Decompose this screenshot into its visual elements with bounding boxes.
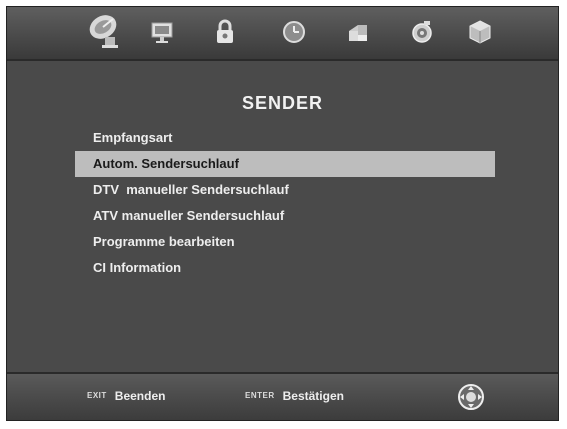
tv-menu-screen: SENDER Empfangsart Autom. Sendersuchlauf… bbox=[6, 6, 559, 421]
menu-item-auto-search[interactable]: Autom. Sendersuchlauf bbox=[75, 151, 495, 177]
satellite-dish-icon[interactable] bbox=[85, 11, 125, 51]
clock-icon[interactable] bbox=[279, 17, 309, 47]
menu-item-atv-manual-search[interactable]: ATV manueller Sendersuchlauf bbox=[75, 203, 495, 229]
enter-key: ENTER bbox=[245, 391, 275, 401]
speaker-icon[interactable] bbox=[407, 17, 437, 47]
navigation-pad-icon bbox=[457, 383, 485, 411]
exit-hint[interactable]: EXIT Beenden bbox=[87, 388, 165, 403]
menu-item-empfangsart[interactable]: Empfangsart bbox=[75, 125, 495, 151]
menu-item-dtv-manual-search[interactable]: DTV manueller Sendersuchlauf bbox=[75, 177, 495, 203]
exit-label: Beenden bbox=[114, 388, 166, 403]
monitor-icon[interactable] bbox=[147, 17, 177, 47]
top-icon-bar bbox=[7, 7, 558, 61]
menu-item-ci-information[interactable]: CI Information bbox=[75, 255, 495, 281]
menu-item-edit-programs[interactable]: Programme bearbeiten bbox=[75, 229, 495, 255]
puzzle-icon[interactable] bbox=[343, 17, 373, 47]
menu-list: Empfangsart Autom. Sendersuchlauf DTV ma… bbox=[75, 125, 495, 281]
gear-cube-icon[interactable] bbox=[465, 17, 495, 47]
exit-key: EXIT bbox=[87, 391, 107, 401]
enter-label: Bestätigen bbox=[282, 388, 344, 403]
lock-icon[interactable] bbox=[210, 17, 240, 47]
page-title: SENDER bbox=[241, 93, 323, 113]
enter-hint[interactable]: ENTER Bestätigen bbox=[245, 388, 344, 403]
bottom-hint-bar: EXIT Beenden ENTER Bestätigen bbox=[7, 372, 558, 420]
